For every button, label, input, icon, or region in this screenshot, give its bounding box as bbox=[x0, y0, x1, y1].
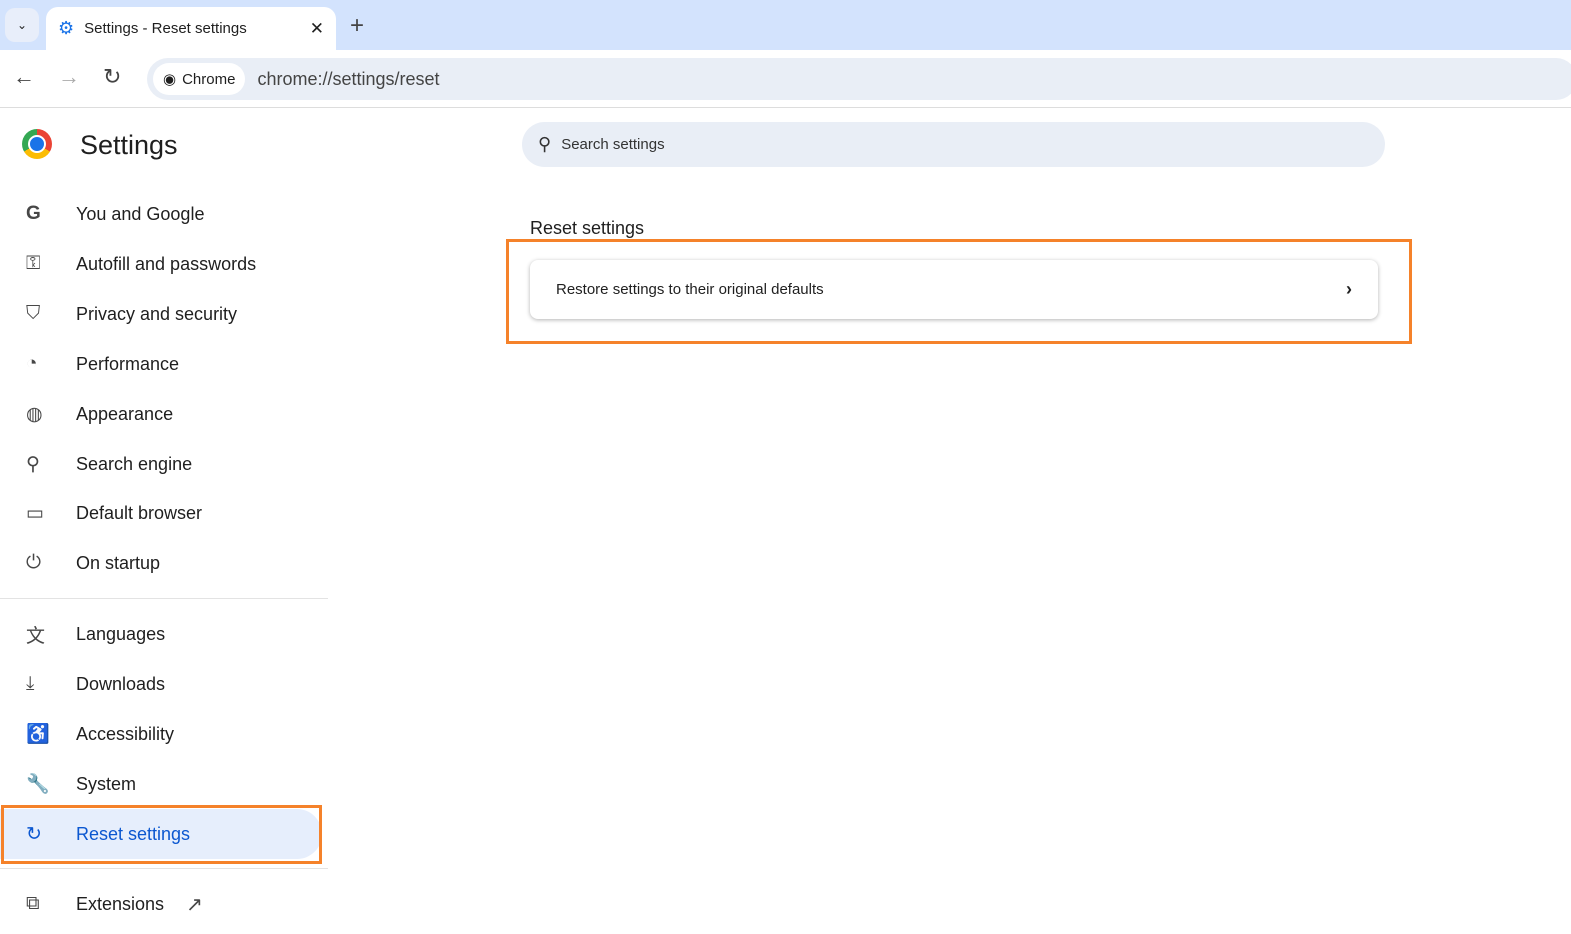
power-icon: ⏻ bbox=[26, 552, 42, 573]
sidebar-item-label: Extensions bbox=[76, 893, 165, 914]
site-chip[interactable]: ◉ Chrome bbox=[153, 63, 246, 95]
search-settings-input[interactable]: ⚲ Search settings bbox=[522, 122, 1385, 167]
sidebar-item-label: Performance bbox=[76, 353, 180, 374]
section-title: Reset settings bbox=[530, 218, 645, 238]
google-icon: G bbox=[26, 203, 41, 224]
sidebar-item-default-browser[interactable]: ▭ Default browser bbox=[0, 488, 322, 538]
sidebar-item-label: Privacy and security bbox=[76, 303, 238, 324]
sidebar-item-privacy[interactable]: ⛉ Privacy and security bbox=[0, 289, 322, 339]
sidebar-item-label: You and Google bbox=[76, 203, 205, 224]
sidebar-item-performance[interactable]: ◔ Performance bbox=[0, 339, 322, 389]
sidebar-item-label: System bbox=[76, 773, 137, 794]
chrome-icon: ◉ bbox=[163, 71, 177, 88]
wrench-icon: 🔧 bbox=[26, 774, 50, 795]
external-link-icon: ↗ bbox=[186, 893, 203, 916]
accessibility-icon: ♿ bbox=[26, 724, 50, 745]
speedometer-icon: ◔ bbox=[26, 353, 38, 374]
new-tab-button[interactable]: + bbox=[350, 12, 364, 40]
search-placeholder: Search settings bbox=[561, 136, 665, 153]
close-tab-icon[interactable]: ✕ bbox=[310, 19, 324, 39]
sidebar-item-system[interactable]: 🔧 System bbox=[0, 759, 322, 809]
gear-icon: ⚙ bbox=[58, 18, 75, 38]
sidebar-item-appearance[interactable]: ◍ Appearance bbox=[0, 389, 322, 439]
sidebar-item-extensions[interactable]: ⧉ Extensions ↗ bbox=[0, 879, 322, 929]
chrome-logo-icon bbox=[22, 129, 52, 159]
highlight-box bbox=[1, 805, 322, 864]
sidebar-item-accessibility[interactable]: ♿ Accessibility bbox=[0, 709, 322, 759]
translate-icon: 文 bbox=[26, 625, 46, 647]
reload-button[interactable]: ↻ bbox=[103, 64, 121, 90]
sidebar-divider bbox=[0, 598, 328, 599]
search-icon: ⚲ bbox=[26, 453, 40, 475]
chip-label: Chrome bbox=[182, 70, 236, 88]
sidebar-item-label: Downloads bbox=[76, 673, 166, 694]
shield-icon: ⛉ bbox=[26, 303, 41, 324]
sidebar-item-label: Languages bbox=[76, 623, 166, 644]
sidebar-item-languages[interactable]: 文 Languages bbox=[0, 609, 322, 659]
palette-icon: ◍ bbox=[26, 403, 43, 425]
download-icon: ⤓ bbox=[26, 673, 35, 694]
tab-settings[interactable]: ⚙ Settings - Reset settings ✕ bbox=[46, 7, 336, 50]
sidebar-item-on-startup[interactable]: ⏻ On startup bbox=[0, 538, 322, 588]
sidebar-item-label: Appearance bbox=[76, 403, 174, 424]
tab-title: Settings - Reset settings bbox=[84, 20, 247, 37]
search-icon: ⚲ bbox=[538, 134, 552, 154]
browser-icon: ▭ bbox=[26, 502, 44, 524]
tab-search-button[interactable]: ⌄ bbox=[5, 8, 39, 42]
sidebar-item-label: Autofill and passwords bbox=[76, 253, 257, 274]
sidebar-item-label: Default browser bbox=[76, 502, 203, 523]
address-bar[interactable]: ◉ Chrome chrome://settings/reset bbox=[147, 58, 1571, 100]
sidebar-item-label: Search engine bbox=[76, 453, 193, 474]
sidebar-item-label: On startup bbox=[76, 552, 161, 573]
sidebar-divider bbox=[0, 868, 328, 869]
highlight-box bbox=[506, 239, 1412, 344]
page-title: Settings bbox=[80, 130, 178, 160]
back-button[interactable]: ← bbox=[13, 64, 35, 90]
sidebar-item-autofill[interactable]: ⚿ Autofill and passwords bbox=[0, 239, 322, 289]
sidebar-item-label: Accessibility bbox=[76, 723, 175, 744]
toolbar: ← → ↻ ◉ Chrome chrome://settings/reset bbox=[0, 50, 1571, 108]
puzzle-icon: ⧉ bbox=[26, 893, 40, 914]
key-icon: ⚿ bbox=[26, 253, 41, 274]
tab-strip: ⌄ ⚙ Settings - Reset settings ✕ + bbox=[0, 0, 1571, 50]
sidebar-item-search-engine[interactable]: ⚲ Search engine bbox=[0, 439, 322, 489]
forward-button[interactable]: → bbox=[58, 64, 80, 90]
sidebar-item-downloads[interactable]: ⤓ Downloads bbox=[0, 659, 322, 709]
sidebar-item-you-and-google[interactable]: G You and Google bbox=[0, 189, 322, 239]
url-text[interactable]: chrome://settings/reset bbox=[257, 69, 439, 90]
